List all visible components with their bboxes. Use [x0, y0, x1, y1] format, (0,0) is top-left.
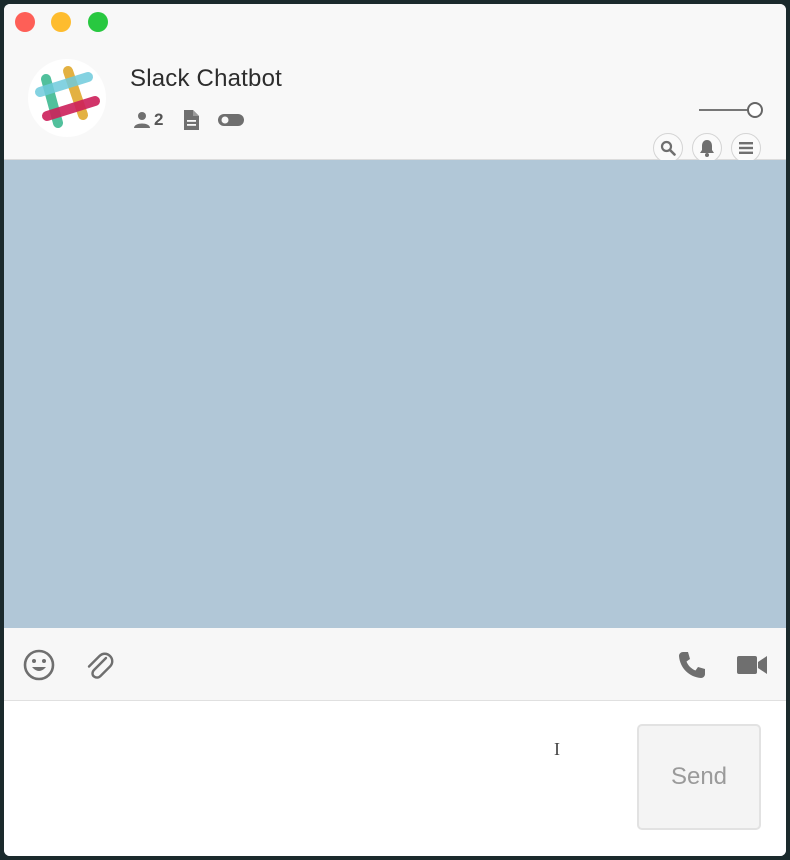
call-button[interactable]: [674, 647, 710, 683]
emoji-button[interactable]: [21, 647, 57, 683]
menu-icon: [739, 142, 753, 154]
send-button[interactable]: Send: [637, 724, 761, 830]
members-count: 2: [154, 110, 164, 129]
phone-icon: [679, 652, 705, 678]
slack-logo-icon: [35, 66, 100, 128]
emoji-icon: [23, 649, 55, 681]
user-icon: [134, 112, 150, 128]
title-bar: [4, 4, 786, 40]
attach-file-button[interactable]: [82, 647, 118, 683]
close-window-button[interactable]: [15, 12, 35, 32]
message-input[interactable]: [18, 717, 622, 841]
paperclip-icon: [87, 652, 114, 679]
minimize-window-button[interactable]: [51, 12, 71, 32]
menu-button[interactable]: [731, 133, 761, 163]
maximize-window-button[interactable]: [88, 12, 108, 32]
chat-header: Slack Chatbot 2: [4, 40, 786, 163]
files-indicator[interactable]: [181, 108, 201, 132]
video-camera-icon: [737, 656, 767, 674]
document-icon: [184, 110, 199, 130]
notifications-button[interactable]: [692, 133, 722, 163]
composer-toolbar: [4, 628, 786, 701]
message-area[interactable]: [4, 160, 786, 628]
message-composer: I Send: [4, 701, 786, 856]
chat-window: Slack Chatbot 2 I Send: [4, 4, 786, 856]
volume-slider[interactable]: [698, 100, 764, 120]
chat-title: Slack Chatbot: [130, 65, 283, 92]
slack-logo-avatar: [28, 59, 106, 137]
search-button[interactable]: [653, 133, 683, 163]
toggle-icon: [218, 114, 244, 126]
text-cursor-icon: I: [554, 739, 560, 759]
video-call-button[interactable]: [732, 647, 772, 683]
search-icon: [660, 140, 676, 156]
toggle-indicator[interactable]: [217, 108, 245, 132]
bell-icon: [700, 140, 714, 157]
members-indicator[interactable]: 2: [132, 108, 163, 132]
